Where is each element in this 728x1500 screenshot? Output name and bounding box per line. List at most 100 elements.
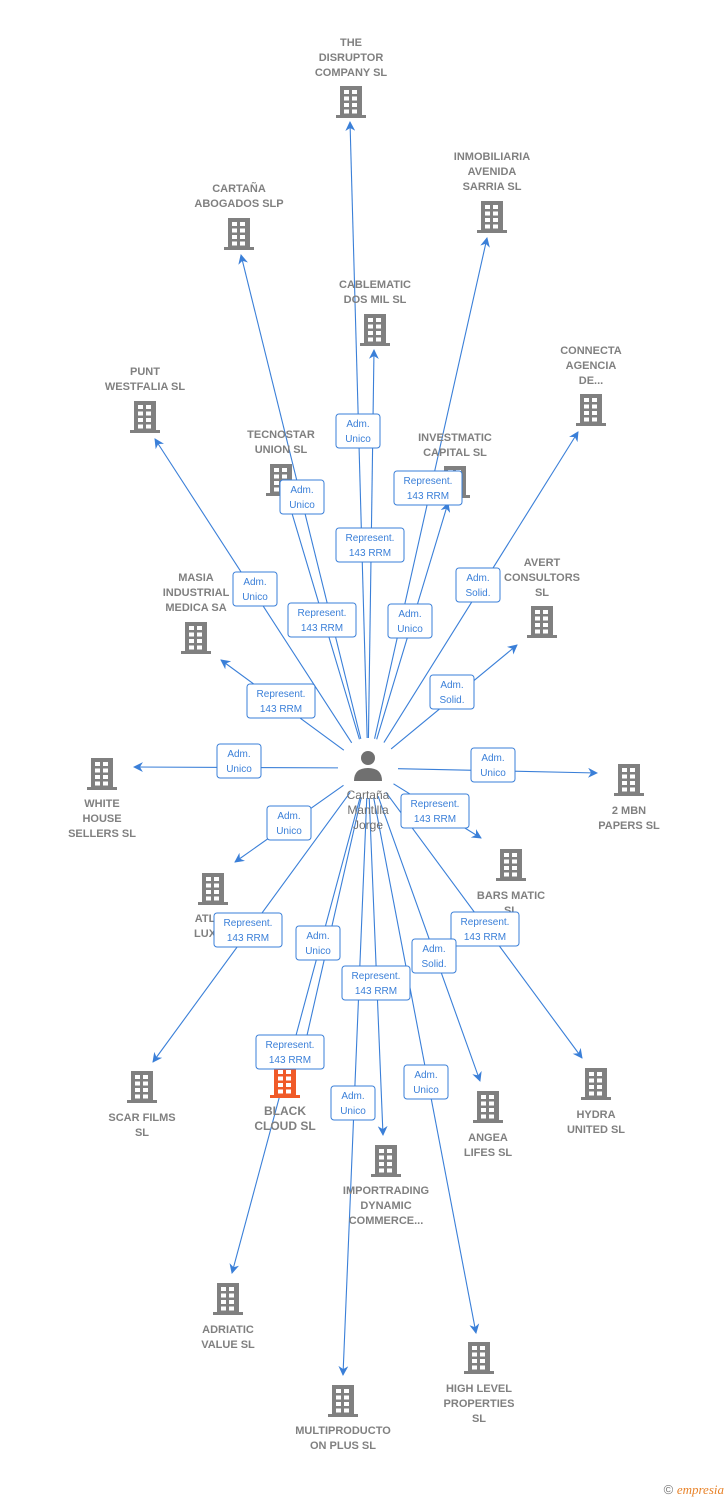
company-node-inmobiliaria[interactable]: INMOBILIARIA AVENIDA SARRIA SL [454,151,530,233]
company-node-barsmatic[interactable]: BARS MATICSL [477,849,545,917]
company-node-adriatic[interactable]: ADRIATIC VALUE SL [201,1283,255,1351]
relation-label-text: Represent. [352,971,401,982]
building-icon [581,1068,611,1100]
relation-label-text: 143 RRM [464,932,506,943]
company-node-importrading[interactable]: IMPORTRADING DYNAMIC COMMERCE... [343,1145,429,1227]
company-name: AVENIDA [468,166,517,178]
relation-label: Represent. 143 RRM [400,793,470,829]
empresia-logo[interactable]: empresia [677,1482,724,1497]
company-name: ADRIATIC [202,1324,254,1336]
person-icon [354,751,382,781]
relation-label: Adm. Unico [387,603,433,639]
company-name: SL [535,587,549,599]
company-name: HYDRA [576,1109,615,1121]
building-icon [213,1283,243,1315]
relation-label-text: Unico [305,946,331,957]
relation-label-text: Unico [289,500,315,511]
company-name: HOUSE [82,813,121,825]
company-name: MEDICA SA [165,602,226,614]
company-name: SCAR FILMS [108,1112,175,1124]
company-name: BARS MATIC [477,890,545,902]
company-name: AGENCIA [566,360,617,372]
company-node-disruptor[interactable]: THE DISRUPTOR COMPANY SL [315,37,388,118]
relation-label-text: Unico [242,592,268,603]
company-node-whitehouse[interactable]: WHITE HOUSE SELLERS SL [68,758,136,840]
company-node-mbn[interactable]: 2 MBN PAPERS SL [598,764,660,832]
relation-label-text: Solid. [421,959,446,970]
company-node-avert[interactable]: AVERT CONSULTORS SL [504,557,580,638]
relation-label: Represent. 143 RRM [287,602,357,638]
building-icon [270,1066,300,1098]
company-node-angea[interactable]: ANGEA LIFES SL [464,1091,513,1159]
relation-label: Adm. Unico [330,1085,376,1121]
relation-label-text: Adm. [398,609,421,620]
company-name: LIFES SL [464,1147,513,1159]
company-name: INMOBILIARIA [454,151,530,163]
relation-label: Represent. 143 RRM [246,683,316,719]
relation-label-text: 143 RRM [301,623,343,634]
building-icon [576,394,606,426]
person-name: Jorge [353,818,383,832]
company-name: CARTAÑA [212,182,266,195]
company-node-cablematic[interactable]: CABLEMATIC DOS MIL SL [339,279,411,346]
relation-label-text: Represent. [266,1040,315,1051]
company-node-cartana[interactable]: CARTAÑA ABOGADOS SLP [194,182,284,250]
relation-label-text: Unico [397,624,423,635]
building-icon [464,1342,494,1374]
relation-label: Adm. Unico [403,1064,449,1100]
company-name: DYNAMIC [360,1200,411,1212]
relation-label: Adm. Unico [470,747,516,783]
relation-label: Represent. 143 RRM [450,911,520,947]
relation-label-text: Represent. [411,799,460,810]
relation-label-text: Unico [345,434,371,445]
relation-label: Adm. Solid. [429,674,475,710]
building-icon [198,873,228,905]
company-node-punt[interactable]: PUNT WESTFALIA SL [105,366,186,433]
relation-label-text: Adm. [290,485,313,496]
company-name: CAPITAL SL [423,447,487,459]
relation-label-text: 143 RRM [260,704,302,715]
relation-label: Adm. Unico [279,479,325,515]
company-name: INDUSTRIAL [163,587,230,599]
company-name: VALUE SL [201,1339,255,1351]
relation-label: Represent. 143 RRM [213,912,283,948]
company-name: DISRUPTOR [319,52,384,64]
company-name: HIGH LEVEL [446,1383,512,1395]
relation-label-text: Adm. [422,944,445,955]
company-name: THE [340,37,362,49]
company-name: DE... [579,375,603,387]
building-icon [336,86,366,118]
company-node-scar[interactable]: SCAR FILMS SL [108,1071,176,1139]
company-name: MULTIPRODUCTO [295,1425,391,1437]
relation-label-text: Unico [276,826,302,837]
relation-label-text: 143 RRM [407,491,449,502]
relation-label-text: Adm. [346,419,369,430]
relation-label: Adm. Unico [266,805,312,841]
relation-label-text: Represent. [224,918,273,929]
relation-label-text: Adm. [227,749,250,760]
relation-label-text: Solid. [439,695,464,706]
company-node-multiproducto[interactable]: MULTIPRODUCTO ON PLUS SL [295,1385,391,1452]
relation-label-text: 143 RRM [227,933,269,944]
building-icon [130,401,160,433]
company-node-connecta[interactable]: CONNECTA AGENCIA DE... [560,345,622,426]
building-icon [477,201,507,233]
company-name: CLOUD SL [254,1119,315,1133]
company-name: UNION SL [255,444,308,456]
relation-label-text: Solid. [465,588,490,599]
relation-label-text: Unico [340,1106,366,1117]
company-name: ABOGADOS SLP [194,198,283,210]
company-name: SL [472,1413,486,1425]
center-person-node[interactable]: CartañaMantillaJorge [347,751,390,832]
building-icon [527,606,557,638]
company-name: INVESTMATIC [418,432,492,444]
relation-label-text: Adm. [243,577,266,588]
company-node-masia[interactable]: MASIA INDUSTRIAL MEDICA SA [163,572,230,654]
relation-label: Represent. 143 RRM [335,527,405,563]
relation-label-text: Adm. [466,573,489,584]
building-icon [181,622,211,654]
company-node-highlevel[interactable]: HIGH LEVEL PROPERTIES SL [444,1342,515,1425]
person-name: Cartaña [347,788,390,802]
company-node-hydra[interactable]: HYDRA UNITED SL [567,1068,625,1136]
company-node-blackcloud[interactable]: BLACKCLOUD SL [254,1066,316,1133]
